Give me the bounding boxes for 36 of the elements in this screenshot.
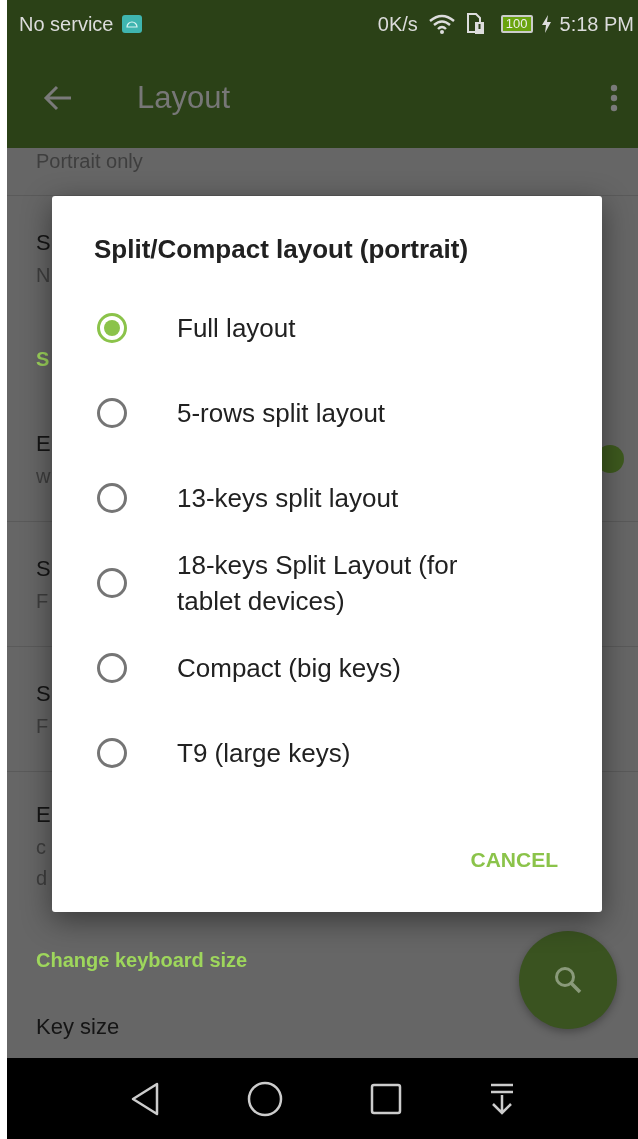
- recent-apps-icon[interactable]: [369, 1082, 402, 1115]
- setting-title[interactable]: S: [36, 230, 51, 256]
- radio-option[interactable]: 5-rows split layout: [94, 370, 602, 455]
- more-options-icon[interactable]: [610, 84, 618, 112]
- back-arrow-icon[interactable]: [43, 85, 73, 111]
- radio-button[interactable]: [97, 482, 127, 513]
- section-header: S: [36, 347, 50, 371]
- sim-card-icon: [465, 13, 486, 35]
- setting-title[interactable]: E: [36, 802, 51, 828]
- radio-button[interactable]: [97, 567, 127, 598]
- section-header: Change keyboard size: [36, 948, 248, 972]
- battery-icon: 100: [500, 15, 533, 33]
- radio-option[interactable]: T9 (large keys): [94, 710, 602, 795]
- setting-title[interactable]: E: [36, 430, 51, 457]
- setting-title[interactable]: Key size: [36, 1014, 120, 1040]
- dialog-title: Split/Compact layout (portrait): [94, 234, 470, 265]
- radio-button[interactable]: [97, 312, 127, 343]
- clock-text: 5:18 PM: [559, 12, 634, 36]
- cancel-button[interactable]: CANCEL: [456, 838, 572, 882]
- network-speed-text: 0K/s: [377, 12, 418, 36]
- radio-button[interactable]: [97, 737, 127, 768]
- notification-pull-down-icon[interactable]: [488, 1082, 515, 1115]
- search-icon: [553, 965, 583, 995]
- setting-title[interactable]: S: [36, 555, 51, 582]
- radio-option[interactable]: 18-keys Split Layout (for tablet devices): [94, 540, 602, 625]
- radio-option[interactable]: Compact (big keys): [94, 625, 602, 710]
- screen-title: Layout: [137, 80, 231, 116]
- setting-title[interactable]: S: [36, 680, 51, 707]
- back-icon[interactable]: [130, 1081, 161, 1116]
- radio-option[interactable]: Full layout: [94, 285, 602, 370]
- radio-option[interactable]: 13-keys split layout: [94, 455, 602, 540]
- home-icon[interactable]: [247, 1080, 284, 1117]
- radio-button[interactable]: [97, 397, 127, 428]
- charging-bolt-icon: [541, 15, 551, 33]
- carrier-text: No service: [19, 12, 114, 36]
- radio-button[interactable]: [97, 652, 127, 683]
